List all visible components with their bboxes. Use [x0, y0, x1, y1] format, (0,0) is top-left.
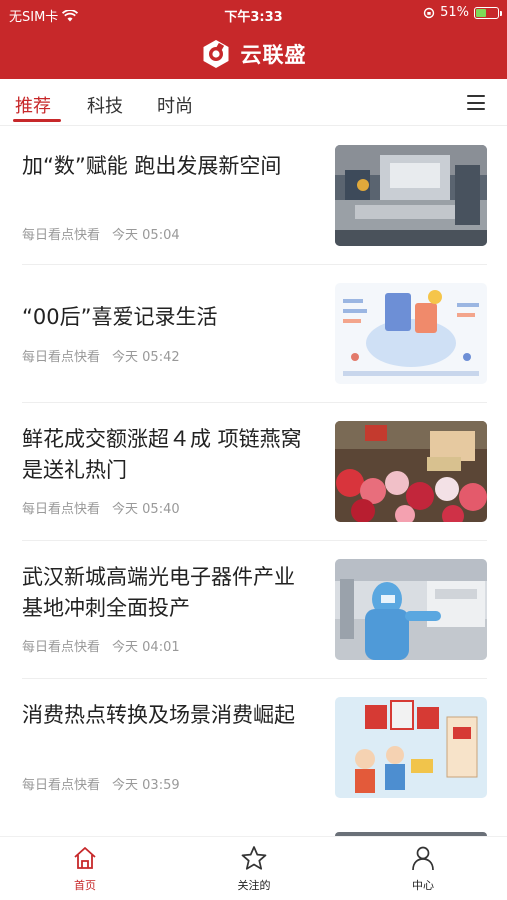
user-icon — [412, 846, 434, 871]
nav-center[interactable]: 中心 — [378, 845, 468, 893]
news-time: 今天 05:04 — [112, 228, 180, 243]
news-item[interactable]: 加“数”赋能 跑出发展新空间 每日看点快看 今天 05:04 — [0, 127, 507, 265]
home-icon — [74, 847, 96, 869]
nav-center-label: 中心 — [412, 879, 434, 892]
nav-following[interactable]: 关注的 — [209, 845, 299, 893]
news-time: 今天 05:40 — [112, 502, 180, 517]
star-icon — [241, 846, 267, 870]
news-source: 每日看点快看 — [22, 502, 101, 517]
news-meta: 每日看点快看 今天 05:42 — [22, 346, 180, 365]
news-thumbnail-lab[interactable] — [335, 559, 487, 660]
news-meta: 每日看点快看 今天 05:04 — [22, 224, 180, 243]
orientation-lock-icon — [423, 7, 435, 18]
active-tab-indicator — [13, 119, 61, 122]
news-meta: 每日看点快看 今天 04:01 — [22, 636, 180, 655]
battery-icon — [474, 6, 502, 19]
category-tabs: 推荐 科技 时尚 — [0, 79, 507, 126]
news-source: 每日看点快看 — [22, 640, 101, 655]
app-header: 无SIM卡 下午3:33 51% 云联盛 — [0, 0, 507, 79]
status-bar: 无SIM卡 下午3:33 51% — [0, 0, 507, 28]
app-logo-icon — [203, 39, 228, 68]
news-thumbnail-cartoon[interactable] — [335, 697, 487, 798]
news-title[interactable]: 武汉新城高端光电子器件产业基地冲刺全面投产 — [22, 562, 312, 624]
nav-home-label: 首页 — [74, 879, 96, 892]
news-item[interactable]: “00后”喜爱记录生活 每日看点快看 今天 05:42 — [0, 265, 507, 403]
news-title[interactable]: 加“数”赋能 跑出发展新空间 — [22, 151, 312, 182]
tab-technology[interactable]: 科技 — [87, 92, 123, 118]
news-source: 每日看点快看 — [22, 778, 101, 793]
bottom-navigation: 首页 关注的 中心 — [0, 836, 507, 900]
news-title[interactable]: “00后”喜爱记录生活 — [22, 302, 312, 333]
news-thumbnail-flowers[interactable] — [335, 421, 487, 522]
news-thumbnail-factory[interactable] — [335, 145, 487, 246]
news-meta: 每日看点快看 今天 03:59 — [22, 774, 180, 793]
news-time: 今天 04:01 — [112, 640, 180, 655]
nav-home[interactable]: 首页 — [40, 845, 130, 893]
news-time: 今天 05:42 — [112, 350, 180, 365]
news-item[interactable]: 鲜花成交额涨超４成 项链燕窝是送礼热门 每日看点快看 今天 05:40 — [0, 403, 507, 541]
news-source: 每日看点快看 — [22, 350, 101, 365]
news-title[interactable]: 消费热点转换及场景消费崛起 — [22, 700, 312, 731]
news-item[interactable]: 武汉新城高端光电子器件产业基地冲刺全面投产 每日看点快看 今天 04:01 — [0, 541, 507, 679]
news-thumbnail-infographic[interactable] — [335, 283, 487, 384]
news-item[interactable]: 消费热点转换及场景消费崛起 每日看点快看 今天 03:59 — [0, 679, 507, 817]
app-title: 云联盛 — [240, 42, 307, 67]
battery-percent: 51% — [440, 5, 469, 20]
tab-recommended[interactable]: 推荐 — [15, 92, 51, 118]
menu-icon[interactable] — [467, 95, 485, 110]
news-time: 今天 03:59 — [112, 778, 180, 793]
tab-fashion[interactable]: 时尚 — [157, 92, 193, 118]
nav-following-label: 关注的 — [237, 879, 271, 892]
news-meta: 每日看点快看 今天 05:40 — [22, 498, 180, 517]
news-title[interactable]: 鲜花成交额涨超４成 项链燕窝是送礼热门 — [22, 424, 312, 486]
news-source: 每日看点快看 — [22, 228, 101, 243]
